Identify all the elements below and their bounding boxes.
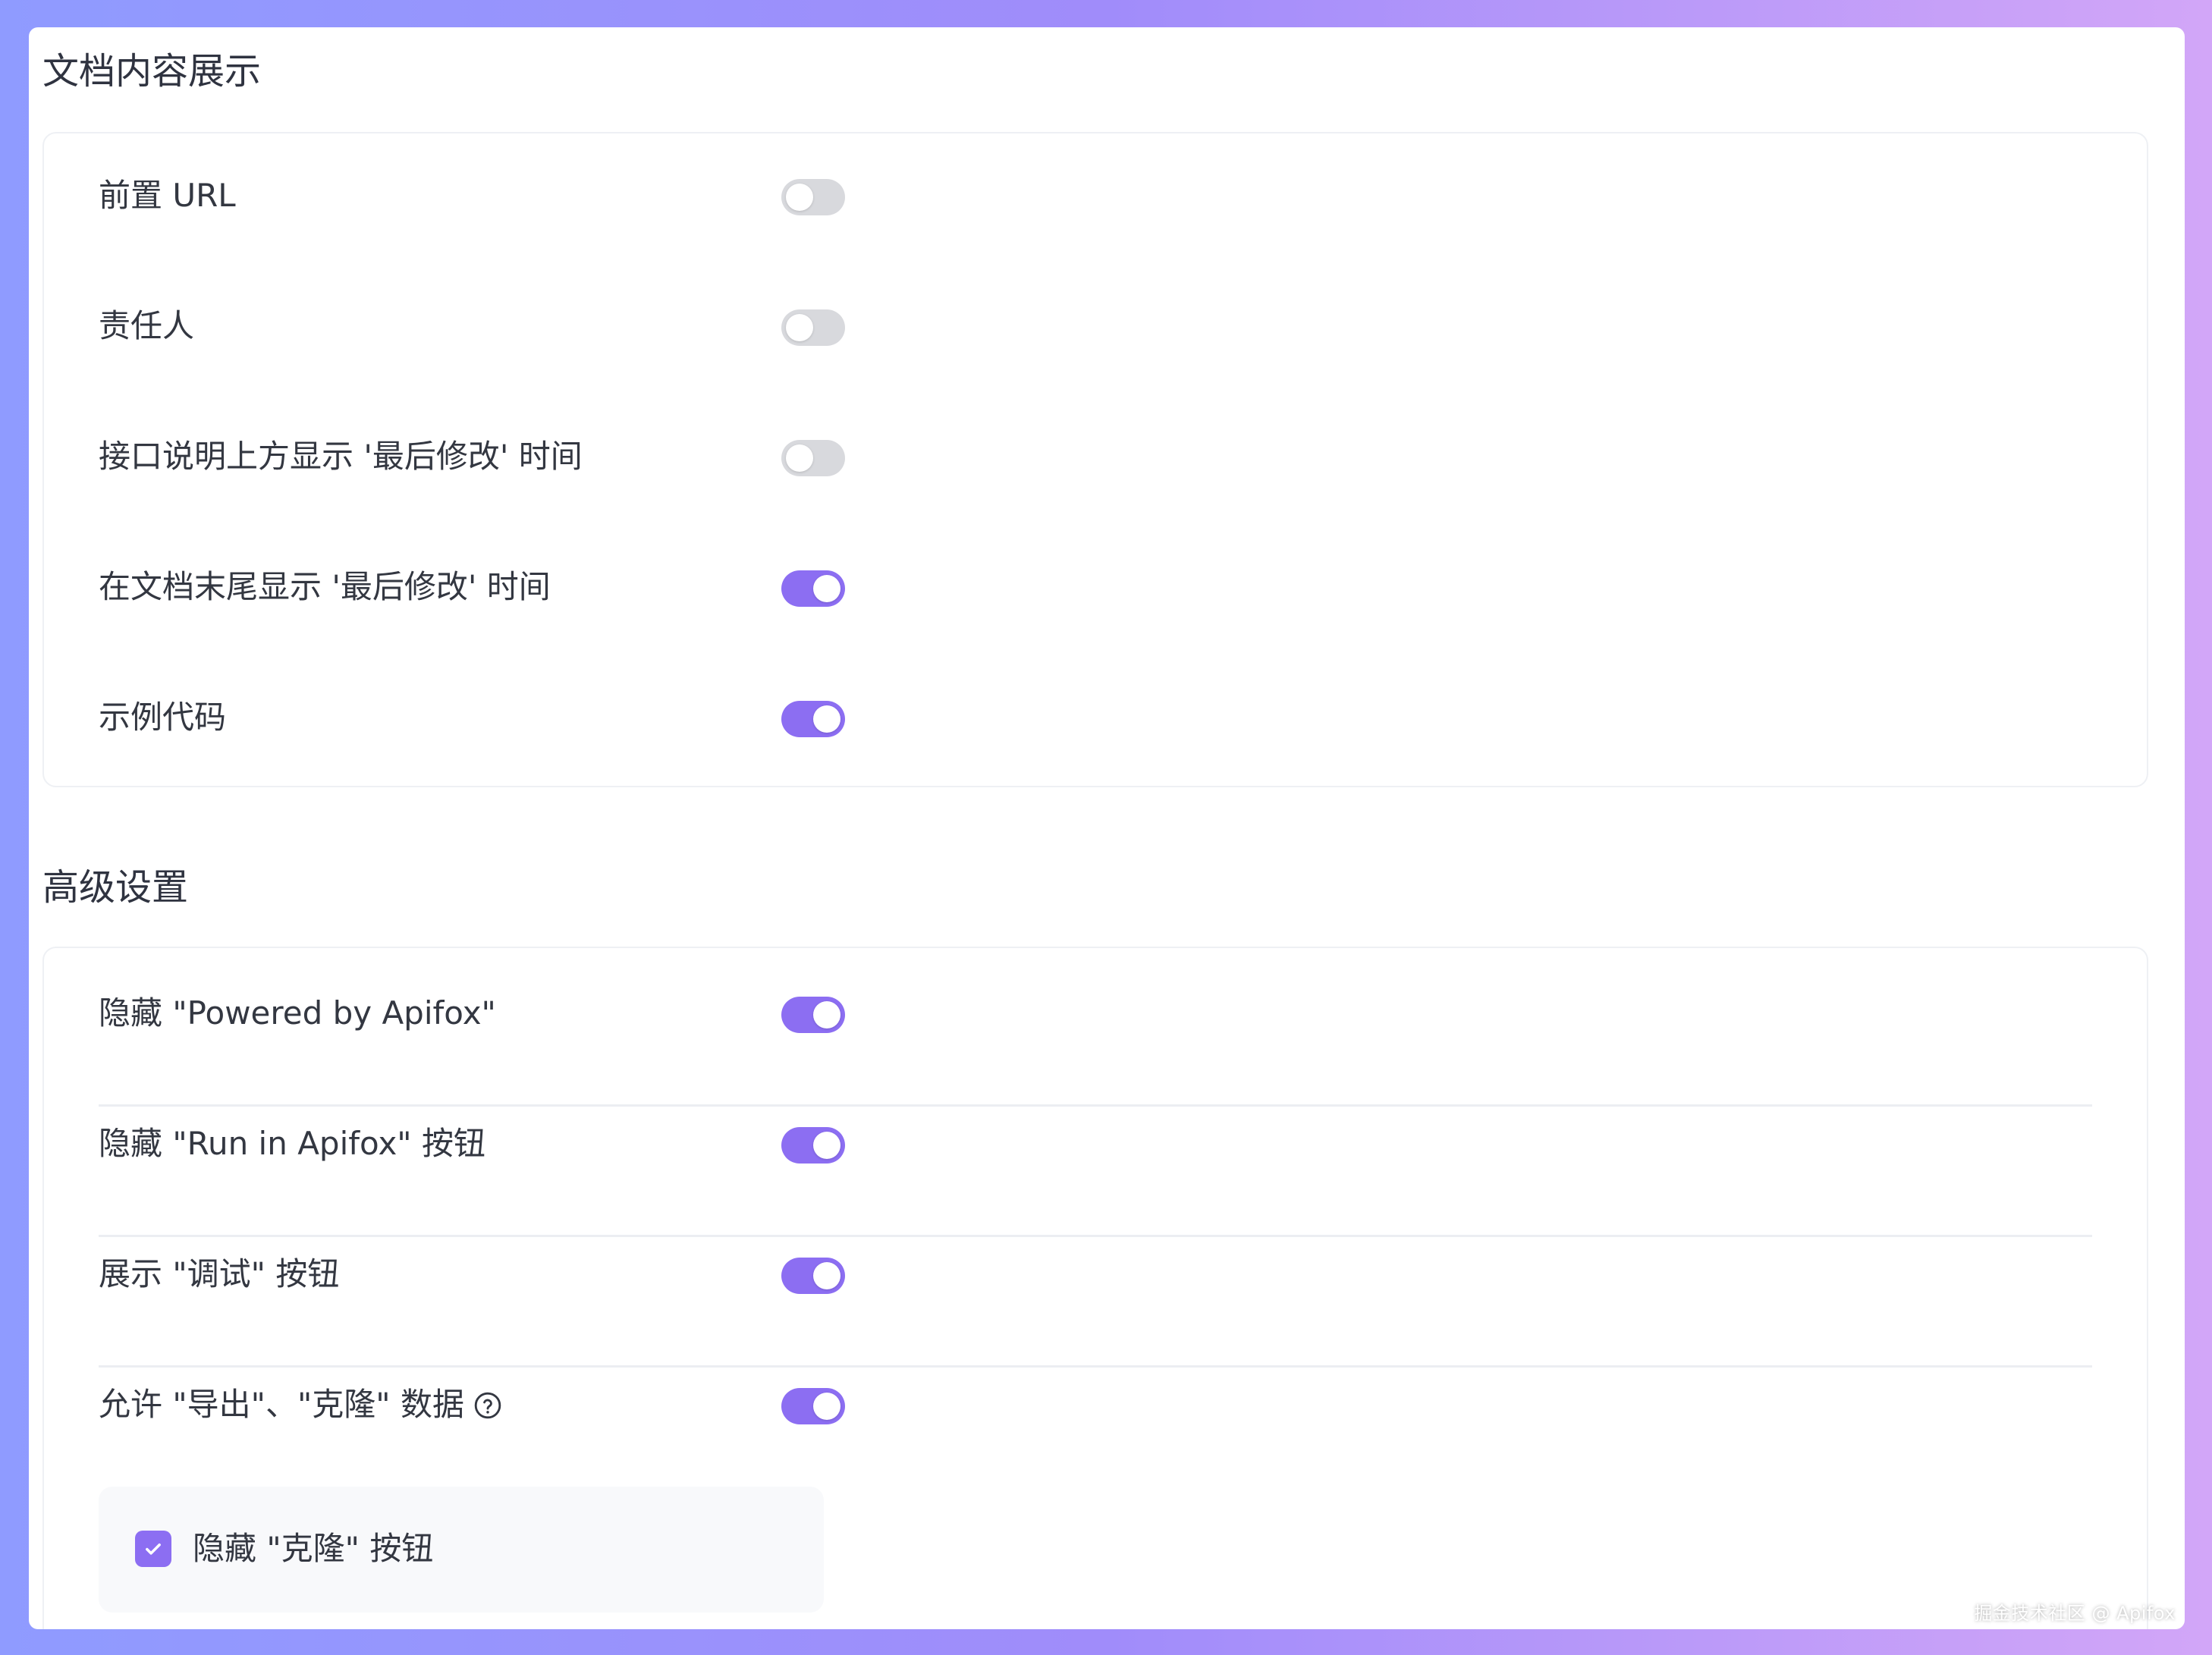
toggle-last-modified-top[interactable] — [781, 440, 845, 476]
sub-option-box: 隐藏 "克隆" 按钮 — [99, 1487, 824, 1613]
toggle-knob — [813, 575, 840, 602]
row-label-text: 允许 "导出"、"克隆" 数据 — [99, 1386, 464, 1423]
row-label: 前置 URL — [99, 177, 236, 214]
toggle-show-debug[interactable] — [781, 1258, 845, 1294]
toggle-knob — [813, 705, 840, 733]
row-label: 展示 "调试" 按钮 — [99, 1255, 340, 1292]
toggle-owner[interactable] — [781, 309, 845, 346]
divider — [99, 1365, 2092, 1368]
row-label: 示例代码 — [99, 699, 227, 736]
hide-clone-label: 隐藏 "克隆" 按钮 — [193, 1530, 434, 1567]
row-label: 责任人 — [99, 307, 195, 344]
toggle-knob — [786, 184, 813, 211]
section-title-advanced: 高级设置 — [42, 866, 189, 909]
toggle-knob — [786, 314, 813, 341]
row-label: 在文档末尾显示 '最后修改' 时间 — [99, 568, 551, 605]
toggle-prefix-url[interactable] — [781, 179, 845, 215]
toggle-knob — [786, 444, 813, 472]
watermark: 掘金技术社区 @ Apifox — [1974, 1603, 2176, 1624]
toggle-knob — [813, 1001, 840, 1028]
row-label: 接口说明上方显示 '最后修改' 时间 — [99, 438, 583, 475]
divider — [99, 1235, 2092, 1237]
check-icon — [146, 1544, 161, 1555]
toggle-hide-powered-by[interactable] — [781, 997, 845, 1033]
settings-panel: 文档内容展示 前置 URL 责任人 接口说明上方显示 '最后修改' 时间 在文档… — [29, 27, 2185, 1629]
row-label: 隐藏 "Powered by Apifox" — [99, 994, 496, 1032]
section-title-doc-display: 文档内容展示 — [42, 50, 262, 93]
toggle-last-modified-bottom[interactable] — [781, 570, 845, 607]
toggle-sample-code[interactable] — [781, 701, 845, 737]
hide-clone-checkbox[interactable] — [135, 1531, 171, 1567]
toggle-knob — [813, 1393, 840, 1420]
row-label: 隐藏 "Run in Apifox" 按钮 — [99, 1125, 485, 1162]
toggle-knob — [813, 1132, 840, 1159]
doc-display-card: 前置 URL 责任人 接口说明上方显示 '最后修改' 时间 在文档末尾显示 '最… — [42, 132, 2148, 787]
row-label: 允许 "导出"、"克隆" 数据 — [99, 1385, 502, 1424]
divider — [99, 1104, 2092, 1107]
toggle-allow-export-clone[interactable] — [781, 1388, 845, 1424]
advanced-card: 隐藏 "Powered by Apifox" 隐藏 "Run in Apifox… — [42, 947, 2148, 1629]
help-circle-icon[interactable] — [473, 1391, 502, 1420]
toggle-hide-run-in-apifox[interactable] — [781, 1127, 845, 1164]
toggle-knob — [813, 1262, 840, 1289]
